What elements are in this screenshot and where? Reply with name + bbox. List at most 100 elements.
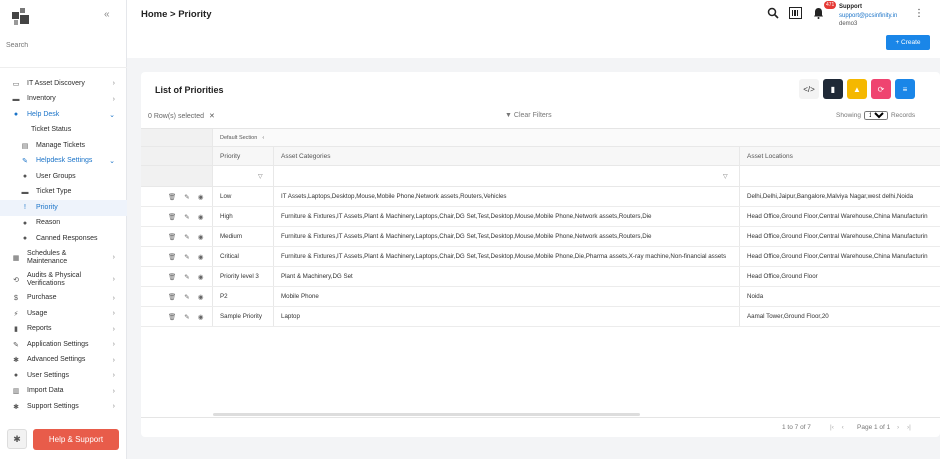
row-actions: 🗑 ✎ ◉: [141, 187, 213, 206]
delete-icon[interactable]: 🗑: [168, 213, 176, 221]
delete-icon[interactable]: 🗑: [168, 293, 176, 301]
barcode-scan-icon[interactable]: [789, 7, 802, 22]
code-icon: </>: [803, 84, 815, 94]
list-view-button[interactable]: ≡: [895, 79, 915, 99]
sidebar-item-canned-responses[interactable]: ● Canned Responses: [0, 231, 127, 247]
first-page-icon[interactable]: |‹: [830, 424, 834, 431]
horizontal-scrollbar[interactable]: [213, 413, 640, 416]
categories-filter-cell[interactable]: ▽: [274, 166, 740, 186]
code-view-button[interactable]: </>: [799, 79, 819, 99]
table-row[interactable]: 🗑 ✎ ◉ Priority level 3 Plant & Machinery,D…: [141, 267, 940, 287]
table-row[interactable]: 🗑 ✎ ◉ Medium Furniture & Fixtures,IT Asset…: [141, 227, 940, 247]
clear-filters-button[interactable]: ▼ Clear Filters: [505, 112, 552, 119]
view-icon[interactable]: ◉: [198, 293, 204, 301]
sidebar-item-application-settings[interactable]: ✎ Application Settings ›: [0, 337, 127, 353]
view-icon[interactable]: ◉: [198, 273, 204, 281]
more-options-icon[interactable]: ⋮: [914, 8, 924, 19]
sidebar-item-label: Audits & Physical Verifications: [27, 271, 82, 287]
delete-icon[interactable]: 🗑: [168, 313, 176, 321]
refresh-button[interactable]: ⟳: [871, 79, 891, 99]
sidebar-item-audits[interactable]: ⟲ Audits & Physical Verifications ›: [0, 269, 127, 291]
sidebar-item-helpdesk-settings[interactable]: ✎ Helpdesk Settings ⌄: [0, 154, 127, 170]
sidebar-item-reason[interactable]: ● Reason: [0, 216, 127, 232]
collapse-sidebar-icon[interactable]: «: [104, 9, 110, 20]
tickets-icon: ▤: [21, 142, 29, 150]
priority-cell: Priority level 3: [213, 267, 274, 286]
sidebar-item-ticket-type[interactable]: ▬ Ticket Type: [0, 185, 127, 201]
table-row[interactable]: 🗑 ✎ ◉ P2 Mobile Phone Noida: [141, 287, 940, 307]
close-icon[interactable]: ✕: [209, 113, 215, 120]
sidebar-item-label: Schedules & Maintenance: [27, 249, 68, 265]
column-header-asset-categories[interactable]: Asset Categories: [274, 147, 740, 165]
delete-icon[interactable]: 🗑: [168, 273, 176, 281]
edit-icon[interactable]: ✎: [184, 273, 189, 281]
edit-icon[interactable]: ✎: [184, 293, 189, 301]
view-icon[interactable]: ◉: [198, 213, 204, 221]
settings-gear-button[interactable]: ✱: [7, 429, 27, 449]
help-support-button[interactable]: Help & Support: [33, 429, 119, 450]
prev-page-icon[interactable]: ‹: [842, 424, 844, 431]
sidebar-item-schedules-maintenance[interactable]: ▦ Schedules & Maintenance ›: [0, 247, 127, 269]
priority-filter-cell[interactable]: ▽: [213, 166, 274, 186]
locations-filter-cell[interactable]: [740, 166, 940, 186]
last-page-icon[interactable]: ›|: [907, 424, 911, 431]
asset-categories-cell: Furniture & Fixtures,IT Assets,Plant & M…: [274, 227, 740, 246]
filter-icon[interactable]: ▽: [723, 173, 728, 180]
edit-icon[interactable]: ✎: [184, 193, 189, 201]
edit-icon[interactable]: ✎: [184, 213, 189, 221]
sidebar-item-it-asset-discovery[interactable]: ▭ IT Asset Discovery ›: [0, 76, 127, 92]
company-logo[interactable]: [12, 8, 32, 26]
sidebar: « ▭ IT Asset Discovery › ▬ Inventory › ●…: [0, 0, 127, 459]
bell-icon[interactable]: [813, 7, 824, 22]
chevron-left-icon[interactable]: ‹: [262, 135, 264, 141]
next-page-icon[interactable]: ›: [897, 424, 899, 431]
edit-icon[interactable]: ✎: [184, 253, 189, 261]
sidebar-item-help-desk[interactable]: ● Help Desk ⌄: [0, 107, 127, 123]
sidebar-item-import-data[interactable]: ▥ Import Data ›: [0, 384, 127, 400]
sidebar-item-advanced-settings[interactable]: ✱ Advanced Settings ›: [0, 353, 127, 369]
sidebar-item-reports[interactable]: ▮ Reports ›: [0, 322, 127, 338]
column-group-row: Default Section ‹: [141, 129, 940, 147]
column-header-asset-locations[interactable]: Asset Locations: [740, 147, 940, 165]
chevron-right-icon: ›: [112, 372, 115, 380]
create-button[interactable]: + Create: [886, 35, 930, 50]
sidebar-item-label: Ticket Type: [36, 188, 72, 196]
view-icon[interactable]: ◉: [198, 253, 204, 261]
view-icon[interactable]: ◉: [198, 313, 204, 321]
sidebar-item-user-settings[interactable]: ● User Settings ›: [0, 368, 127, 384]
sidebar-item-inventory[interactable]: ▬ Inventory ›: [0, 92, 127, 108]
table-row[interactable]: 🗑 ✎ ◉ High Furniture & Fixtures,IT Assets,…: [141, 207, 940, 227]
chevron-right-icon: ›: [112, 403, 115, 411]
search-icon[interactable]: [767, 7, 779, 22]
table-row[interactable]: 🗑 ✎ ◉ Sample Priority Laptop Aamal Tower,G…: [141, 307, 940, 327]
sidebar-item-label: Helpdesk Settings: [36, 157, 93, 165]
sidebar-search-input[interactable]: [6, 42, 116, 49]
edit-icon[interactable]: ✎: [184, 233, 189, 241]
edit-icon[interactable]: ✎: [184, 313, 189, 321]
group-header[interactable]: Default Section ‹: [213, 129, 940, 146]
column-header-priority[interactable]: Priority: [213, 147, 274, 165]
table-row[interactable]: 🗑 ✎ ◉ Critical Furniture & Fixtures,IT Ass…: [141, 247, 940, 267]
view-icon[interactable]: ◉: [198, 193, 204, 201]
sidebar-item-support-settings[interactable]: ✱ Support Settings ›: [0, 399, 127, 415]
delete-icon[interactable]: 🗑: [168, 233, 176, 241]
page-size-select[interactable]: 100: [863, 111, 888, 120]
export-document-button[interactable]: ▮: [823, 79, 843, 99]
sidebar-item-manage-tickets[interactable]: ▤ Manage Tickets: [0, 138, 127, 154]
view-icon[interactable]: ◉: [198, 233, 204, 241]
delete-icon[interactable]: 🗑: [168, 253, 176, 261]
table-row[interactable]: 🗑 ✎ ◉ Low IT Assets,Laptops,Desktop,Mouse,…: [141, 187, 940, 207]
filter-icon[interactable]: ▽: [258, 173, 263, 180]
asset-categories-cell: Furniture & Fixtures,IT Assets,Plant & M…: [274, 247, 740, 266]
breadcrumb: Home > Priority: [141, 9, 212, 20]
sidebar-item-user-groups[interactable]: ● User Groups: [0, 169, 127, 185]
sidebar-item-ticket-status[interactable]: Ticket Status: [0, 123, 127, 139]
warning-button[interactable]: ▲: [847, 79, 867, 99]
sidebar-item-usage[interactable]: ⚡ Usage ›: [0, 306, 127, 322]
sidebar-item-priority[interactable]: ! Priority: [0, 200, 127, 216]
sidebar-item-purchase[interactable]: $ Purchase ›: [0, 291, 127, 307]
column-header-label: Priority: [220, 152, 241, 160]
sidebar-item-label: Help Desk: [27, 110, 60, 118]
delete-icon[interactable]: 🗑: [168, 193, 176, 201]
user-profile[interactable]: Support support@pcsinfinity.in demo3: [839, 3, 897, 29]
